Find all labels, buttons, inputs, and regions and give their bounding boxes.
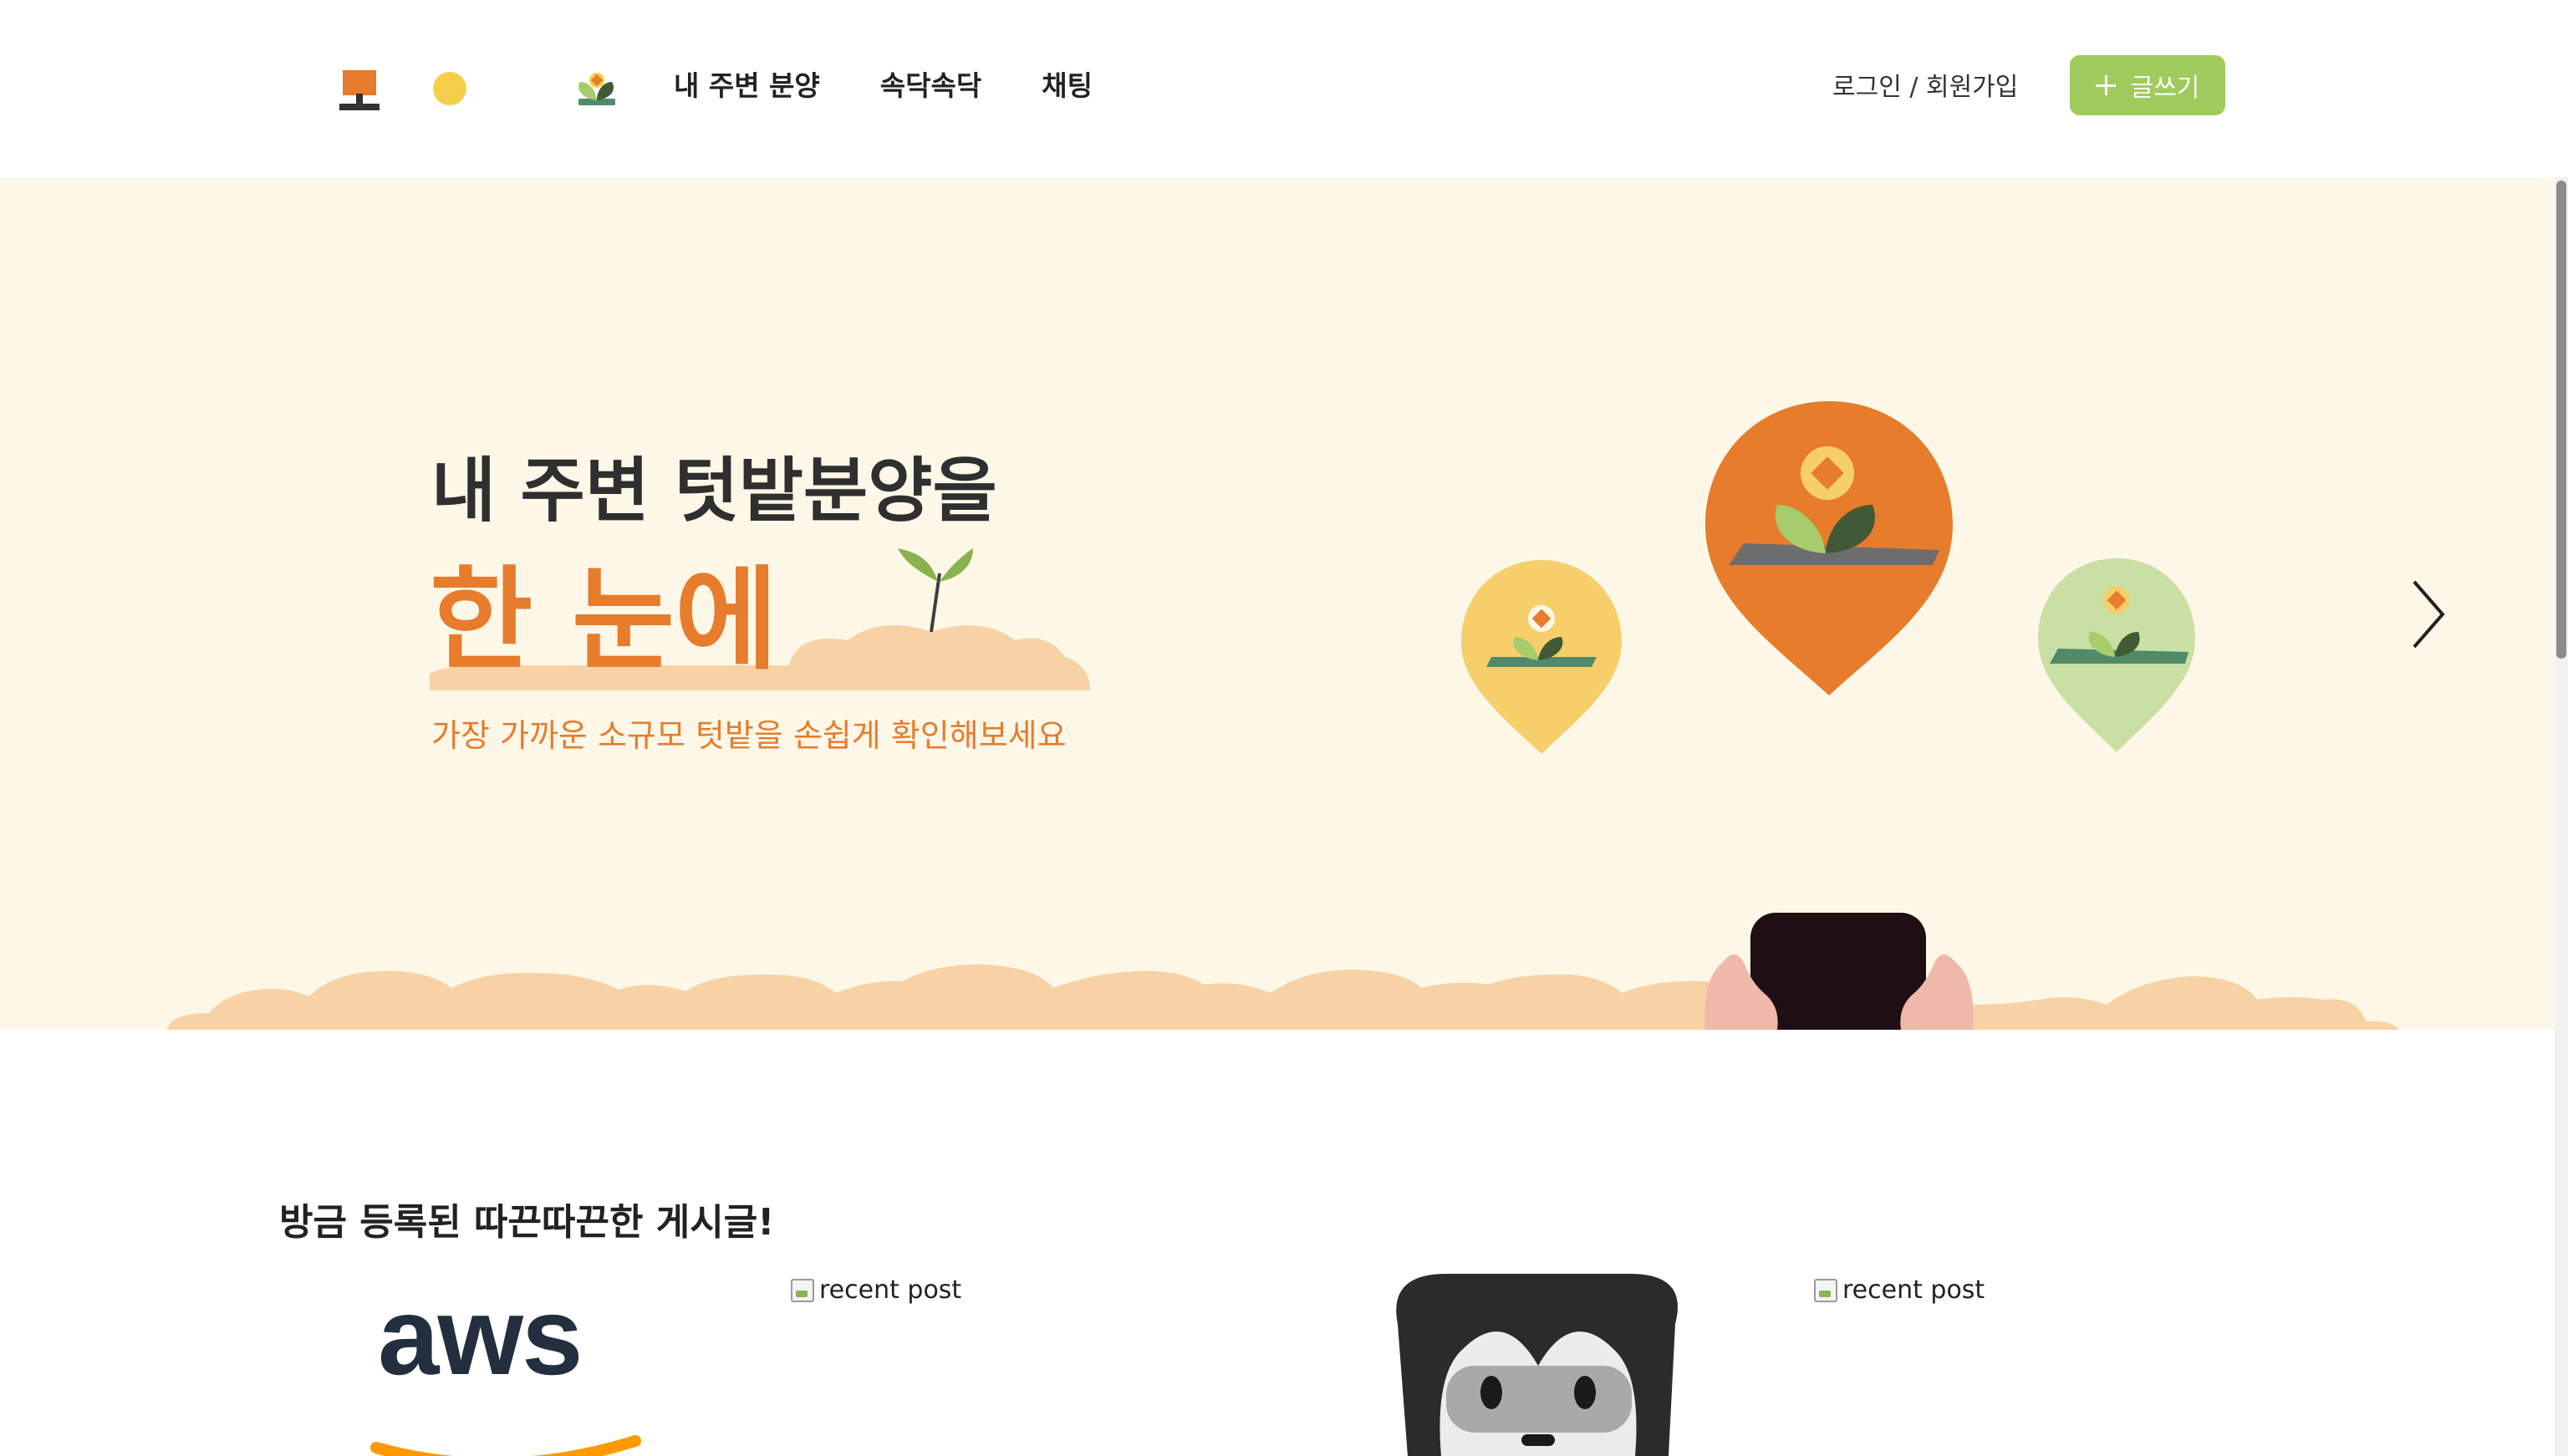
recent-post-card[interactable]	[1388, 1274, 1689, 1456]
login-signup-link[interactable]: 로그인 / 회원가입	[1832, 67, 2018, 109]
nav-nearby-lots[interactable]: 내 주변 분양	[674, 65, 820, 107]
site-header: 내 주변 분양 속닥속닥 채팅 로그인 / 회원가입 글쓰기	[0, 0, 2568, 177]
hero-subtitle: 가장 가까운 소규모 텃밭을 손쉽게 확인해보세요	[431, 717, 1067, 754]
aws-logo-image: aws	[370, 1275, 641, 1456]
write-post-button[interactable]: 글쓰기	[2070, 55, 2225, 115]
nav-community[interactable]: 속닥속닥	[880, 65, 981, 107]
site-logo[interactable]	[339, 60, 615, 120]
logo-mark	[339, 70, 615, 110]
write-post-label: 글쓰기	[2130, 74, 2200, 103]
recent-post-card[interactable]: recent post	[791, 1274, 1209, 1456]
recent-post-card[interactable]: recent post	[1814, 1274, 2232, 1456]
broken-image-icon	[791, 1279, 814, 1302]
scrollbar-thumb[interactable]	[2556, 181, 2566, 659]
avatar-icon	[1396, 1274, 1678, 1456]
hero-title: 내 주변 텃밭분양을	[431, 450, 997, 532]
hero-highlight: 한 눈에	[430, 555, 778, 685]
main-nav: 내 주변 분양 속닥속닥 채팅	[674, 65, 1093, 107]
aws-logo-text: aws	[378, 1275, 582, 1397]
ground-clouds-illustration	[167, 913, 2399, 1030]
nav-chat[interactable]: 채팅	[1042, 65, 1093, 107]
broken-image-icon	[1814, 1279, 1837, 1302]
recent-post-alt-text: recent post	[1842, 1275, 1985, 1305]
hero-banner: 내 주변 텃밭분양을 한 눈에 가장 가까운 소규모 텃밭을 손쉽게 확인해보세…	[0, 177, 2555, 1030]
plus-icon	[2095, 75, 2116, 95]
recent-post-image-placeholder: recent post	[791, 1274, 961, 1307]
recent-post-alt-text: recent post	[819, 1275, 962, 1305]
recent-posts-title: 방금 등록된 따끈따끈한 게시글!	[279, 1200, 775, 1244]
recent-post-card[interactable]: aws	[334, 1274, 702, 1456]
chevron-right-icon[interactable]	[2409, 577, 2449, 652]
recent-post-image-placeholder: recent post	[1814, 1274, 1985, 1307]
